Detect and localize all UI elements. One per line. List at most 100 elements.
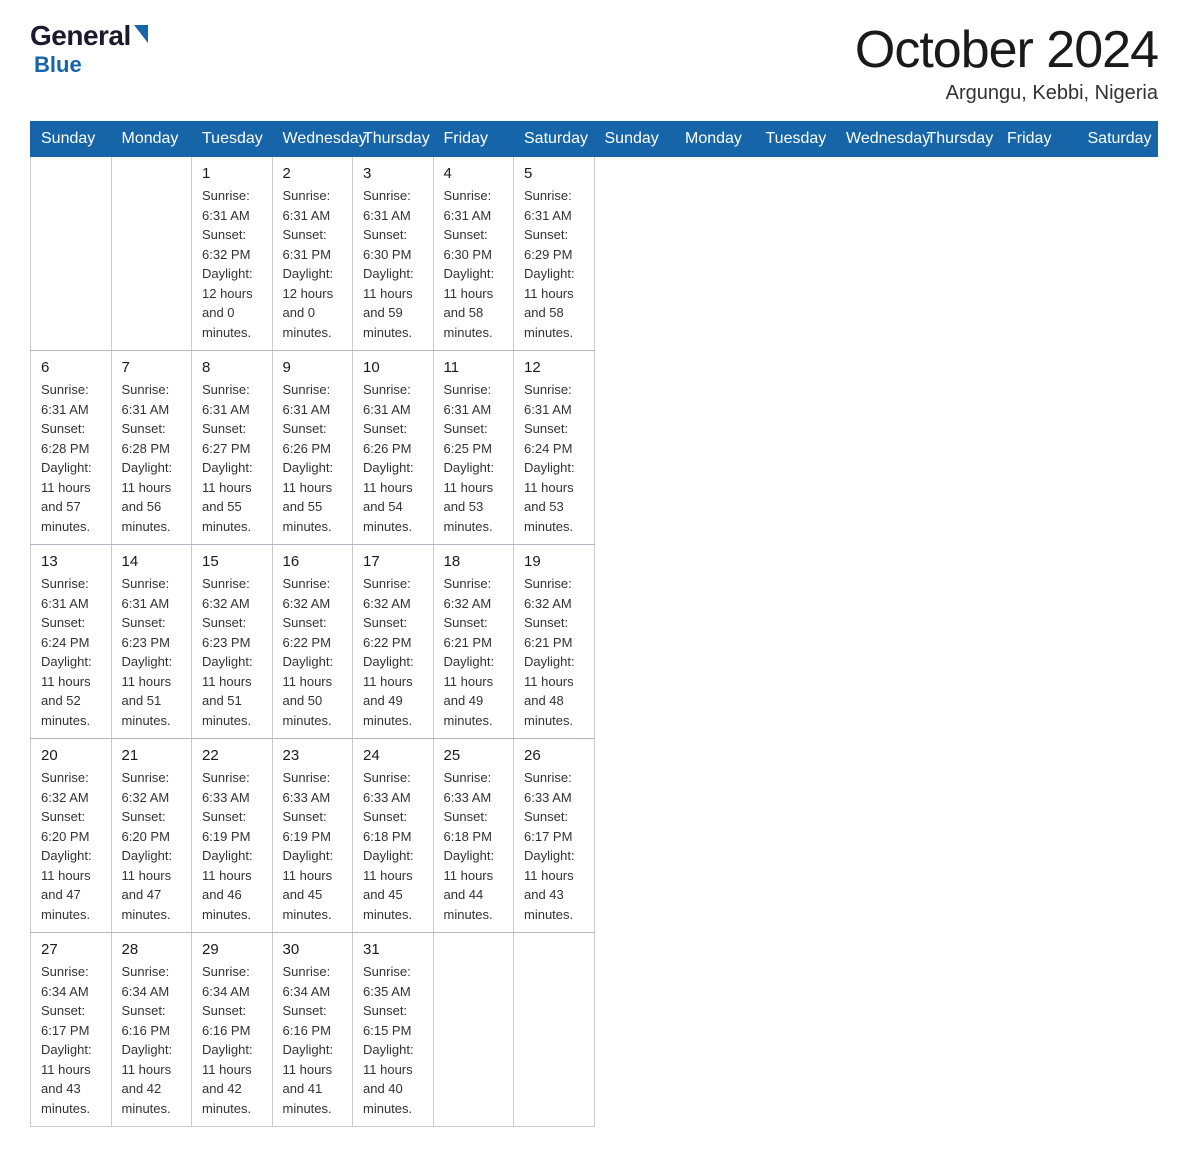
- calendar-cell: 7Sunrise: 6:31 AM Sunset: 6:28 PM Daylig…: [111, 351, 192, 545]
- day-info: Sunrise: 6:34 AM Sunset: 6:16 PM Dayligh…: [202, 964, 253, 1116]
- calendar-cell: 19 Sunrise: 6:32 AM Sunset: 6:21 PM Dayli…: [514, 545, 595, 739]
- calendar-cell: 21Sunrise: 6:32 AM Sunset: 6:20 PM Dayli…: [111, 739, 192, 933]
- calendar-day-header: Thursday: [916, 122, 997, 157]
- calendar-cell: 9 Sunrise: 6:31 AM Sunset: 6:26 PM Daylig…: [272, 351, 353, 545]
- day-info: Sunrise: 6:33 AM Sunset: 6:19 PM Dayligh…: [283, 770, 334, 922]
- day-number: 31: [363, 941, 423, 958]
- calendar-day-header: Sunday: [594, 122, 675, 157]
- calendar-cell: [433, 933, 514, 1127]
- calendar-cell: 8 Sunrise: 6:31 AM Sunset: 6:27 PM Daylig…: [192, 351, 273, 545]
- day-info: Sunrise: 6:34 AM Sunset: 6:16 PM Dayligh…: [122, 964, 173, 1116]
- day-number: 4: [444, 165, 504, 182]
- day-number: 6: [41, 359, 101, 376]
- day-info: Sunrise: 6:35 AM Sunset: 6:15 PM Dayligh…: [363, 964, 414, 1116]
- day-number: 21: [122, 747, 182, 764]
- calendar-cell: 17 Sunrise: 6:32 AM Sunset: 6:22 PM Dayli…: [353, 545, 434, 739]
- calendar-day-header: Wednesday: [836, 122, 917, 157]
- day-info: Sunrise: 6:32 AM Sunset: 6:23 PM Dayligh…: [202, 576, 253, 728]
- day-number: 19: [524, 553, 584, 570]
- day-number: 15: [202, 553, 262, 570]
- day-info: Sunrise: 6:33 AM Sunset: 6:18 PM Dayligh…: [363, 770, 414, 922]
- day-number: 23: [283, 747, 343, 764]
- day-number: 2: [283, 165, 343, 182]
- calendar-cell: [514, 933, 595, 1127]
- day-number: 1: [202, 165, 262, 182]
- calendar-cell: 5Sunrise: 6:31 AM Sunset: 6:29 PM Daylig…: [514, 157, 595, 351]
- calendar-week-row: 6 Sunrise: 6:31 AM Sunset: 6:28 PM Daylig…: [31, 351, 1158, 545]
- calendar-week-row: 1Sunrise: 6:31 AM Sunset: 6:32 PM Daylig…: [31, 157, 1158, 351]
- day-number: 5: [524, 165, 584, 182]
- calendar-day-header: Friday: [997, 122, 1078, 157]
- day-number: 9: [283, 359, 343, 376]
- calendar-cell: 30Sunrise: 6:34 AM Sunset: 6:16 PM Dayli…: [272, 933, 353, 1127]
- calendar-cell: 10 Sunrise: 6:31 AM Sunset: 6:26 PM Dayli…: [353, 351, 434, 545]
- day-info: Sunrise: 6:31 AM Sunset: 6:27 PM Dayligh…: [202, 382, 253, 534]
- calendar-cell: 4 Sunrise: 6:31 AM Sunset: 6:30 PM Daylig…: [433, 157, 514, 351]
- day-number: 16: [283, 553, 343, 570]
- calendar-day-header: Wednesday: [272, 122, 353, 157]
- calendar-cell: 6 Sunrise: 6:31 AM Sunset: 6:28 PM Daylig…: [31, 351, 112, 545]
- location-text: Argungu, Kebbi, Nigeria: [855, 82, 1158, 105]
- day-number: 12: [524, 359, 584, 376]
- day-info: Sunrise: 6:31 AM Sunset: 6:24 PM Dayligh…: [41, 576, 92, 728]
- calendar-cell: 23 Sunrise: 6:33 AM Sunset: 6:19 PM Dayli…: [272, 739, 353, 933]
- day-info: Sunrise: 6:31 AM Sunset: 6:28 PM Dayligh…: [122, 382, 173, 534]
- calendar-cell: 13Sunrise: 6:31 AM Sunset: 6:24 PM Dayli…: [31, 545, 112, 739]
- calendar-day-header: Saturday: [1077, 122, 1158, 157]
- day-info: Sunrise: 6:32 AM Sunset: 6:22 PM Dayligh…: [363, 576, 414, 728]
- calendar-cell: 14Sunrise: 6:31 AM Sunset: 6:23 PM Dayli…: [111, 545, 192, 739]
- day-number: 30: [283, 941, 343, 958]
- calendar-cell: 29 Sunrise: 6:34 AM Sunset: 6:16 PM Dayli…: [192, 933, 273, 1127]
- calendar-day-header: Friday: [433, 122, 514, 157]
- day-info: Sunrise: 6:33 AM Sunset: 6:18 PM Dayligh…: [444, 770, 495, 922]
- calendar-cell: 12 Sunrise: 6:31 AM Sunset: 6:24 PM Dayli…: [514, 351, 595, 545]
- calendar-day-header: Tuesday: [755, 122, 836, 157]
- calendar-day-header: Tuesday: [192, 122, 273, 157]
- day-info: Sunrise: 6:32 AM Sunset: 6:21 PM Dayligh…: [524, 576, 575, 728]
- day-number: 18: [444, 553, 504, 570]
- day-number: 26: [524, 747, 584, 764]
- calendar-week-row: 20Sunrise: 6:32 AM Sunset: 6:20 PM Dayli…: [31, 739, 1158, 933]
- logo-general-text: General: [30, 20, 131, 52]
- day-number: 25: [444, 747, 504, 764]
- calendar-day-header: Saturday: [514, 122, 595, 157]
- day-number: 29: [202, 941, 262, 958]
- day-info: Sunrise: 6:31 AM Sunset: 6:26 PM Dayligh…: [363, 382, 414, 534]
- day-number: 3: [363, 165, 423, 182]
- day-info: Sunrise: 6:31 AM Sunset: 6:28 PM Dayligh…: [41, 382, 92, 534]
- logo-blue-text: Blue: [34, 52, 82, 77]
- day-number: 10: [363, 359, 423, 376]
- calendar-week-row: 13Sunrise: 6:31 AM Sunset: 6:24 PM Dayli…: [31, 545, 1158, 739]
- day-info: Sunrise: 6:31 AM Sunset: 6:26 PM Dayligh…: [283, 382, 334, 534]
- calendar-cell: 25 Sunrise: 6:33 AM Sunset: 6:18 PM Dayli…: [433, 739, 514, 933]
- day-info: Sunrise: 6:31 AM Sunset: 6:25 PM Dayligh…: [444, 382, 495, 534]
- day-info: Sunrise: 6:31 AM Sunset: 6:31 PM Dayligh…: [283, 188, 334, 340]
- month-title: October 2024: [855, 20, 1158, 80]
- calendar-cell: [111, 157, 192, 351]
- day-number: 20: [41, 747, 101, 764]
- page-header: General Blue October 2024 Argungu, Kebbi…: [30, 20, 1158, 105]
- calendar-day-header: Monday: [675, 122, 756, 157]
- calendar-cell: 18 Sunrise: 6:32 AM Sunset: 6:21 PM Dayli…: [433, 545, 514, 739]
- logo-arrow-icon: [134, 25, 148, 43]
- day-number: 17: [363, 553, 423, 570]
- calendar-cell: [31, 157, 112, 351]
- calendar-header-row: SundayMondayTuesdayWednesdayThursdayFrid…: [31, 122, 1158, 157]
- calendar-cell: 3 Sunrise: 6:31 AM Sunset: 6:30 PM Daylig…: [353, 157, 434, 351]
- day-number: 22: [202, 747, 262, 764]
- calendar-cell: 28Sunrise: 6:34 AM Sunset: 6:16 PM Dayli…: [111, 933, 192, 1127]
- day-info: Sunrise: 6:31 AM Sunset: 6:30 PM Dayligh…: [444, 188, 495, 340]
- day-info: Sunrise: 6:33 AM Sunset: 6:17 PM Dayligh…: [524, 770, 575, 922]
- day-number: 8: [202, 359, 262, 376]
- day-number: 27: [41, 941, 101, 958]
- logo: General Blue: [30, 20, 148, 78]
- calendar-cell: 27Sunrise: 6:34 AM Sunset: 6:17 PM Dayli…: [31, 933, 112, 1127]
- day-info: Sunrise: 6:31 AM Sunset: 6:30 PM Dayligh…: [363, 188, 414, 340]
- calendar-cell: 2 Sunrise: 6:31 AM Sunset: 6:31 PM Daylig…: [272, 157, 353, 351]
- day-info: Sunrise: 6:31 AM Sunset: 6:23 PM Dayligh…: [122, 576, 173, 728]
- calendar-day-header: Sunday: [31, 122, 112, 157]
- day-info: Sunrise: 6:32 AM Sunset: 6:21 PM Dayligh…: [444, 576, 495, 728]
- calendar-cell: 24Sunrise: 6:33 AM Sunset: 6:18 PM Dayli…: [353, 739, 434, 933]
- calendar-week-row: 27Sunrise: 6:34 AM Sunset: 6:17 PM Dayli…: [31, 933, 1158, 1127]
- day-info: Sunrise: 6:31 AM Sunset: 6:24 PM Dayligh…: [524, 382, 575, 534]
